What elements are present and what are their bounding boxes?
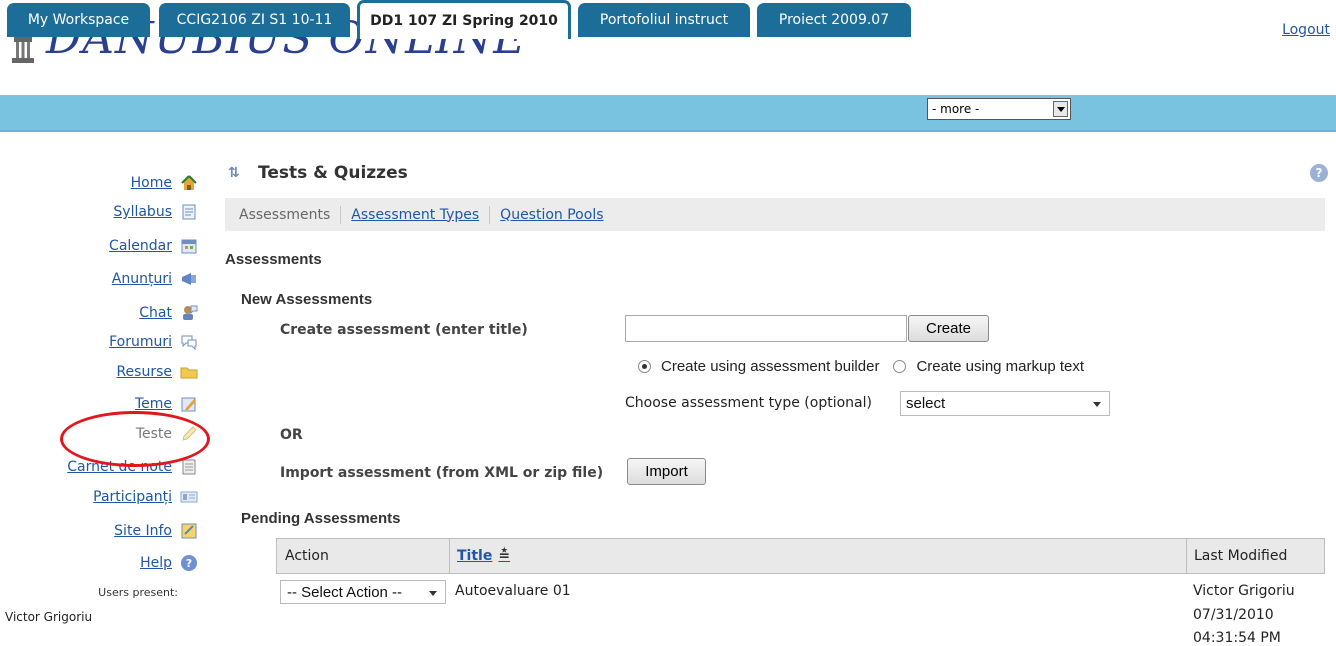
- column-header-title[interactable]: Title ≛: [449, 539, 649, 573]
- assessment-type-value: select: [906, 395, 946, 412]
- tab-my-workspace[interactable]: My Workspace: [7, 3, 150, 37]
- question-mark-icon[interactable]: ?: [1310, 164, 1328, 182]
- radio-builder[interactable]: [638, 360, 651, 373]
- title-sort-label: Title: [457, 548, 493, 564]
- create-mode-radio-group: Create using assessment builder Create u…: [638, 358, 1084, 375]
- row-modified-time: 04:31:54 PM: [1193, 630, 1281, 646]
- page-title: Tests & Quizzes: [258, 163, 408, 183]
- home-icon: [180, 174, 198, 192]
- pending-table-header: Action Title ≛ Last Modified: [276, 538, 1325, 574]
- nav-separator: [489, 205, 491, 224]
- sidebar-item-label: Resurse: [116, 364, 172, 380]
- assessments-heading: Assessments: [225, 251, 322, 268]
- sidebar-item-anunturi[interactable]: Anunțuri: [112, 268, 198, 290]
- radio-markup-label: Create using markup text: [916, 358, 1085, 375]
- chevron-down-icon: [429, 591, 437, 596]
- sidebar-item-label: Forumuri: [109, 334, 172, 350]
- sidebar-item-syllabus[interactable]: Syllabus: [113, 201, 198, 223]
- svg-text:?: ?: [186, 557, 192, 570]
- tab-dd1-107[interactable]: DD1 107 ZI Spring 2010: [357, 0, 571, 39]
- column-header-last-modified: Last Modified: [1194, 548, 1288, 564]
- nav-assessment-types-link[interactable]: Assessment Types: [351, 207, 479, 223]
- forums-icon: [180, 333, 198, 351]
- column-header-action: Action: [285, 548, 329, 564]
- more-sites-value: - more -: [932, 102, 980, 116]
- syllabus-icon: [180, 203, 198, 221]
- tab-portofoliul[interactable]: Portofoliul instruct: [578, 3, 750, 37]
- sidebar-item-label: Participanți: [93, 489, 172, 505]
- sidebar-item-resurse[interactable]: Resurse: [116, 361, 198, 383]
- assessment-type-label: Choose assessment type (optional): [625, 395, 872, 411]
- logout-link[interactable]: Logout: [1282, 22, 1330, 38]
- sort-ascending-icon: ≛: [498, 548, 511, 564]
- tool-navigation: Assessments Assessment Types Question Po…: [225, 198, 1325, 231]
- sidebar-item-label: Site Info: [114, 523, 172, 539]
- assignments-icon: [180, 395, 198, 413]
- create-assessment-label: Create assessment (enter title): [280, 322, 528, 338]
- chevron-down-icon: [1053, 101, 1068, 117]
- annotation-circle: [60, 411, 210, 467]
- site-info-icon: [180, 522, 198, 540]
- gradebook-icon: [180, 458, 198, 476]
- folder-icon: [180, 363, 198, 381]
- sidebar-item-label: Syllabus: [113, 204, 172, 220]
- or-label: OR: [280, 427, 303, 443]
- assessment-title-input[interactable]: [625, 315, 907, 342]
- reset-arrows-icon[interactable]: ⇅: [228, 165, 242, 181]
- radio-markup[interactable]: [893, 360, 907, 373]
- create-button[interactable]: Create: [908, 315, 989, 342]
- sidebar-item-label: Calendar: [109, 238, 172, 254]
- row-title[interactable]: Autoevaluare 01: [455, 583, 571, 599]
- chat-icon: [180, 304, 198, 322]
- chevron-down-icon: [1093, 402, 1101, 407]
- nav-question-pools-link[interactable]: Question Pools: [500, 207, 603, 223]
- sidebar-item-help[interactable]: Help ?: [140, 552, 198, 574]
- tool-title: ⇅ Tests & Quizzes: [228, 163, 408, 183]
- sidebar-item-label: Help: [140, 555, 172, 571]
- pending-assessments-heading: Pending Assessments: [241, 510, 401, 527]
- row-action-select[interactable]: -- Select Action --: [280, 580, 446, 604]
- sidebar-item-label: Home: [130, 175, 172, 191]
- present-user: Victor Grigoriu: [5, 610, 93, 624]
- radio-builder-label: Create using assessment builder: [661, 358, 880, 375]
- row-modified-by: Victor Grigoriu: [1193, 583, 1295, 599]
- users-present-label: Users present:: [98, 586, 178, 599]
- sidebar-item-site-info[interactable]: Site Info: [114, 520, 198, 542]
- sidebar-item-participanti[interactable]: Participanți: [93, 486, 198, 508]
- calendar-icon: [180, 237, 198, 255]
- row-action-value: -- Select Action --: [287, 583, 403, 601]
- import-assessment-label: Import assessment (from XML or zip file): [280, 465, 604, 481]
- site-tab-bar: [0, 95, 1336, 132]
- more-sites-select[interactable]: - more -: [927, 98, 1071, 120]
- announcements-icon: [180, 270, 198, 288]
- assessment-type-select[interactable]: select: [900, 391, 1110, 416]
- sidebar-item-label: Chat: [139, 305, 172, 321]
- tab-proiect[interactable]: Proiect 2009.07: [757, 3, 911, 37]
- new-assessments-heading: New Assessments: [241, 291, 373, 308]
- row-modified-date: 07/31/2010: [1193, 607, 1274, 623]
- sidebar-item-label: Teme: [134, 396, 172, 412]
- sidebar-item-label: Anunțuri: [111, 271, 172, 287]
- sidebar-item-forumuri[interactable]: Forumuri: [109, 331, 198, 353]
- nav-assessments-current: Assessments: [239, 206, 331, 223]
- participants-icon: [180, 488, 198, 506]
- sidebar-item-chat[interactable]: Chat: [139, 302, 198, 324]
- import-button[interactable]: Import: [627, 458, 706, 485]
- sidebar-item-calendar[interactable]: Calendar: [109, 235, 198, 257]
- help-icon: ?: [180, 554, 198, 572]
- sidebar-item-home[interactable]: Home: [131, 172, 198, 194]
- tab-ccig2106[interactable]: CCIG2106 ZI S1 10-11: [159, 3, 350, 37]
- nav-separator: [340, 205, 342, 224]
